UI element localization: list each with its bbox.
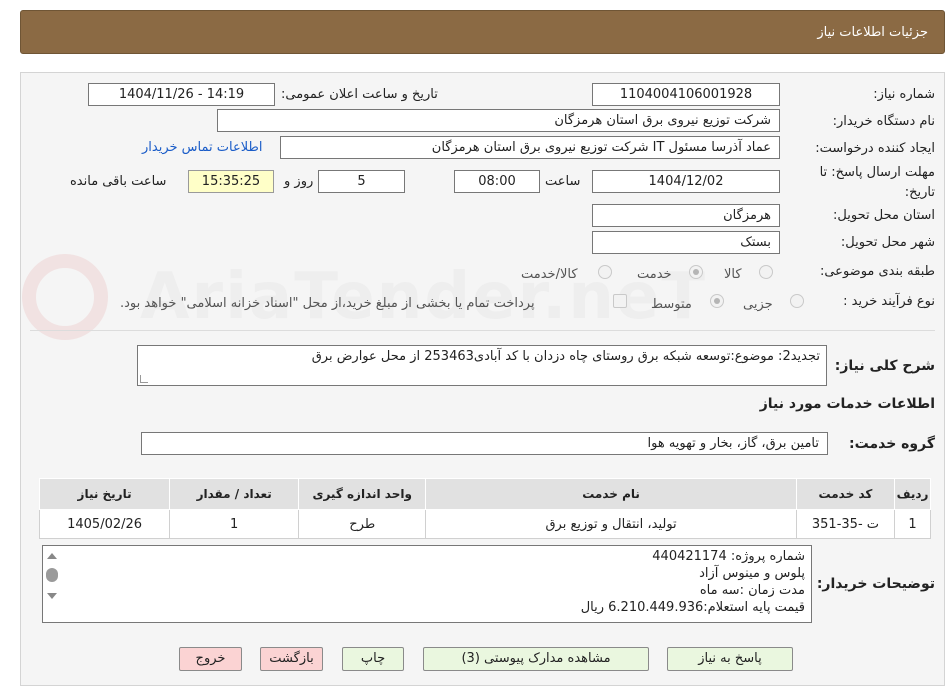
creator-field: عماد آذرسا مسئول IT شرکت توزیع نیروی برق… xyxy=(280,136,780,159)
services-table: ردیف کد خدمت نام خدمت واحد اندازه گیری ت… xyxy=(38,478,931,539)
service-group-label: گروه خدمت: xyxy=(849,436,935,452)
deadline-time-field: 08:00 xyxy=(454,170,540,193)
announce-date-label: تاریخ و ساعت اعلان عمومی: xyxy=(281,87,438,102)
city-field: بستک xyxy=(592,231,780,254)
scroll-thumb[interactable] xyxy=(46,568,58,582)
days-field: 5 xyxy=(318,170,405,193)
category-option-goods: کالا xyxy=(724,267,742,282)
notes-line: پلوس و مینوس آزاد xyxy=(699,566,805,581)
notes-line: مدت زمان :سه ماه xyxy=(699,583,805,598)
buyer-contact-link[interactable]: اطلاعات تماس خریدار xyxy=(142,140,262,155)
summary-textarea[interactable]: تجدید2: موضوع:توسعه شبکه برق روستای چاه … xyxy=(137,345,827,386)
category-radio-goods[interactable] xyxy=(759,265,773,279)
need-number-label: شماره نیاز: xyxy=(873,87,935,102)
buyer-notes-label: توضیحات خریدار: xyxy=(816,576,935,592)
process-option-medium: متوسط xyxy=(651,297,692,312)
deadline-date-field: 1404/12/02 xyxy=(592,170,780,193)
table-cell: ت -35-351 xyxy=(795,509,896,539)
category-radio-service[interactable] xyxy=(689,265,703,279)
province-label: استان محل تحویل: xyxy=(833,208,935,223)
notes-line: قیمت پایه استعلام:6.210.449.936 ریال xyxy=(580,600,805,615)
view-documents-button[interactable]: مشاهده مدارک پیوستی (3) xyxy=(423,647,649,671)
page-title: جزئیات اطلاعات نیاز xyxy=(817,24,928,40)
scroll-down-icon[interactable] xyxy=(47,593,57,599)
resize-handle-icon[interactable] xyxy=(140,375,148,383)
table-cell: 1 xyxy=(894,509,931,539)
exit-button[interactable]: خروج xyxy=(179,647,242,671)
city-label: شهر محل تحویل: xyxy=(840,235,935,250)
page-title-bar: جزئیات اطلاعات نیاز xyxy=(20,10,945,54)
province-field: هرمزگان xyxy=(592,204,780,227)
category-option-goods-service: کالا/خدمت xyxy=(521,267,578,282)
table-row: 1 ت -35-351 تولید، انتقال و توزیع برق طر… xyxy=(38,509,931,539)
deadline-label: مهلت ارسال پاسخ: تا تاریخ: xyxy=(819,165,935,200)
process-option-minor: جزیی xyxy=(743,297,773,312)
treasury-payment-checkbox[interactable] xyxy=(613,294,627,308)
remaining-time-label: ساعت باقی مانده xyxy=(70,174,167,189)
services-section-title: اطلاعات خدمات مورد نیاز xyxy=(759,396,935,412)
column-header: واحد اندازه گیری xyxy=(298,478,427,510)
announce-date-field: 1404/11/26 - 14:19 xyxy=(88,83,275,106)
table-cell: 1 xyxy=(169,509,300,539)
summary-label: شرح کلی نیاز: xyxy=(834,358,935,374)
back-button[interactable]: بازگشت xyxy=(260,647,323,671)
table-cell: طرح xyxy=(298,509,427,539)
print-button[interactable]: چاپ xyxy=(342,647,404,671)
creator-label: ایجاد کننده درخواست: xyxy=(815,141,935,156)
column-header: ردیف xyxy=(894,478,931,510)
notes-line: شماره پروژه: 440421174 xyxy=(652,549,805,564)
buyer-notes-textarea[interactable]: شماره پروژه: 440421174 پلوس و مینوس آزاد… xyxy=(42,545,812,623)
divider xyxy=(30,330,935,331)
column-header: کد خدمت xyxy=(795,478,896,510)
table-cell: 1405/02/26 xyxy=(38,509,171,539)
buyer-org-label: نام دستگاه خریدار: xyxy=(832,114,935,129)
process-label: نوع فرآیند خرید : xyxy=(843,294,935,309)
reply-button[interactable]: پاسخ به نیاز xyxy=(667,647,793,671)
category-radio-goods-service[interactable] xyxy=(598,265,612,279)
treasury-payment-note: پرداخت تمام یا بخشی از مبلغ خرید،از محل … xyxy=(120,296,535,311)
table-cell: تولید، انتقال و توزیع برق xyxy=(425,509,797,539)
remaining-time-field: 15:35:25 xyxy=(188,170,274,193)
process-radio-medium[interactable] xyxy=(710,294,724,308)
process-radio-minor[interactable] xyxy=(790,294,804,308)
summary-text: تجدید2: موضوع:توسعه شبکه برق روستای چاه … xyxy=(311,349,820,364)
column-header: نام خدمت xyxy=(425,478,797,510)
column-header: تعداد / مقدار xyxy=(169,478,300,510)
deadline-time-label: ساعت xyxy=(545,174,581,189)
table-header-row: ردیف کد خدمت نام خدمت واحد اندازه گیری ت… xyxy=(38,478,931,510)
days-label: روز و xyxy=(284,174,314,189)
category-option-service: خدمت xyxy=(637,267,672,282)
notes-scrollbar[interactable] xyxy=(44,549,61,621)
buyer-org-field: شرکت توزیع نیروی برق استان هرمزگان xyxy=(217,109,780,132)
service-group-field: تامین برق، گاز، بخار و تهویه هوا xyxy=(141,432,828,455)
need-number-field: 1104004106001928 xyxy=(592,83,780,106)
scroll-up-icon[interactable] xyxy=(47,553,57,559)
column-header: تاریخ نیاز xyxy=(38,478,171,510)
category-label: طبقه بندی موضوعی: xyxy=(819,264,935,279)
